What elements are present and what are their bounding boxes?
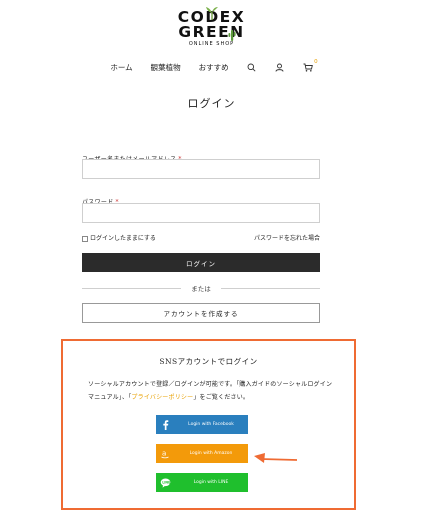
or-divider: または: [82, 283, 320, 293]
logo-line-2: GREEN: [178, 23, 245, 41]
facebook-icon: [156, 419, 174, 430]
line-icon: LINE: [156, 478, 174, 488]
sns-title: SNSアカウントでログイン: [159, 357, 258, 366]
line-login-label: Login with LINE: [193, 480, 229, 485]
amazon-login-button[interactable]: a Login with Amazon: [156, 444, 248, 463]
cart-icon[interactable]: 0: [303, 59, 318, 73]
password-input[interactable]: [82, 203, 320, 223]
remember-me-checkbox[interactable]: ログインしたままにする: [82, 233, 156, 242]
sns-text-part2: 」をご覧ください。: [193, 394, 250, 401]
cactus-icon: [228, 30, 236, 41]
remember-me-label: ログインしたままにする: [90, 235, 156, 242]
user-icon[interactable]: [275, 63, 285, 73]
cart-count-badge: 0: [314, 58, 318, 65]
annotation-arrow-icon: [254, 453, 298, 463]
username-input[interactable]: [82, 159, 320, 179]
sns-description: ソーシャルアカウントで登録／ログインが可能です。「購入ガイドのソーシャルログイン…: [88, 378, 333, 404]
nav-item-recommended[interactable]: おすすめ: [199, 62, 229, 73]
page-title: ログイン: [187, 97, 236, 110]
create-account-button[interactable]: アカウントを作成する: [82, 303, 320, 323]
svg-text:a: a: [162, 449, 166, 457]
or-text: または: [191, 285, 211, 293]
svg-text:LINE: LINE: [162, 480, 170, 484]
forgot-password-link[interactable]: パスワードを忘れた場合: [254, 233, 320, 242]
line-login-button[interactable]: LINE Login with LINE: [156, 473, 248, 492]
sprout-icon: [206, 7, 218, 20]
facebook-login-button[interactable]: Login with Facebook: [156, 415, 248, 434]
sns-login-box: SNSアカウントでログイン ソーシャルアカウントで登録／ログインが可能です。「購…: [61, 339, 356, 510]
login-options-row: ログインしたままにする パスワードを忘れた場合: [82, 233, 320, 242]
divider-line: [82, 287, 182, 289]
checkbox-box[interactable]: [82, 235, 88, 242]
divider-line: [220, 287, 320, 289]
logo-tagline: ONLINE SHOP: [188, 41, 235, 47]
facebook-login-label: Login with Facebook: [188, 422, 234, 427]
nav-item-home[interactable]: ホーム: [110, 62, 132, 73]
privacy-policy-link[interactable]: プライバシーポリシー: [131, 394, 193, 401]
search-icon[interactable]: [247, 63, 257, 73]
main-nav: ホーム 観葉植物 おすすめ 0: [0, 59, 423, 73]
login-button[interactable]: ログイン: [82, 253, 320, 272]
amazon-login-label: Login with Amazon: [189, 451, 233, 456]
amazon-icon: a: [156, 449, 174, 459]
nav-item-plants[interactable]: 観葉植物: [151, 62, 181, 73]
